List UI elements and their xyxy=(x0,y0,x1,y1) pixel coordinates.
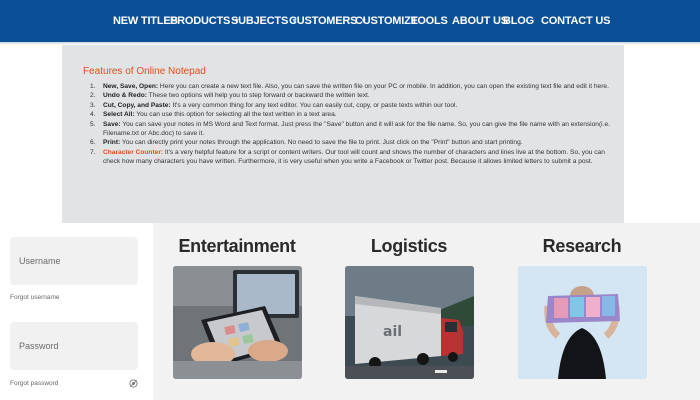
feature-term: New, Save, Open: xyxy=(103,83,159,90)
nav-contact-us[interactable]: CONTACT US xyxy=(541,15,610,27)
feature-text: These two options will help you to step … xyxy=(146,92,370,100)
username-input[interactable]: Username xyxy=(10,237,138,285)
feature-number: 1. xyxy=(90,83,96,90)
password-input[interactable]: Password xyxy=(10,322,138,370)
feature-item: 2. Undo & Redo: These two options will he… xyxy=(90,91,612,100)
feature-text: Here you can create a new text file. Als… xyxy=(158,83,609,90)
feature-term: Undo & Redo: xyxy=(103,92,147,100)
feature-term: Character Counter: xyxy=(103,148,164,156)
tablet-hands-image[interactable] xyxy=(173,266,302,379)
nav-label: ABOUT US xyxy=(452,15,508,27)
feature-text: You can use this option for selecting al… xyxy=(134,111,337,119)
nav-label: BLOG xyxy=(503,15,534,27)
feature-number: 3. xyxy=(90,101,96,109)
category-title-research: Research xyxy=(542,236,622,256)
features-title: Features of Online Notepad xyxy=(83,66,206,77)
nav-label: CUSTOMERS xyxy=(289,15,358,27)
feature-term: Select All: xyxy=(103,111,135,119)
category-title-entertainment: Entertainment xyxy=(178,236,296,256)
feature-item: 4. Select All: You can use this option fo… xyxy=(90,110,612,119)
nav-products[interactable]: PRODUCTS ▼ xyxy=(170,15,240,27)
username-placeholder: Username xyxy=(19,256,61,266)
password-placeholder: Password xyxy=(19,341,59,351)
feature-number: 2. xyxy=(90,92,96,100)
nav-label: CONTACT US xyxy=(541,15,611,27)
nav-label: TOOLS xyxy=(411,15,448,27)
forgot-username-link[interactable]: Forgot username xyxy=(10,294,60,301)
nav-label: PRODUCTS xyxy=(170,15,231,27)
nav-label: NEW TITLES xyxy=(113,15,178,27)
nav-customers[interactable]: CUSTOMERS ▼ xyxy=(289,15,367,27)
truck-image[interactable]: ail xyxy=(345,266,474,379)
feature-number: 6. xyxy=(90,139,96,147)
chevron-down-icon: ▼ xyxy=(291,17,298,25)
nav-new-titles[interactable]: NEW TITLES xyxy=(113,15,178,27)
feature-number: 4. xyxy=(90,111,96,119)
feature-term: Cut, Copy, and Paste: xyxy=(103,101,171,109)
eye-icon[interactable] xyxy=(129,379,138,390)
nav-about-us[interactable]: ABOUT US xyxy=(452,15,508,27)
feature-term: Save: xyxy=(103,120,121,128)
feature-text: It's a very helpful feature for a script… xyxy=(103,148,605,166)
category-title-logistics: Logistics xyxy=(370,236,448,256)
features-panel: Features of Online Notepad 1. New, Save, … xyxy=(62,45,624,223)
feature-term: Print: xyxy=(103,139,121,147)
features-list: 1. New, Save, Open: Here you can create a… xyxy=(90,82,612,167)
feature-item: 5. Save: You can save your notes in MS Wo… xyxy=(90,120,612,139)
feature-number: 7. xyxy=(90,148,96,156)
svg-text:ail: ail xyxy=(383,324,402,340)
feature-item: 3. Cut, Copy, and Paste: It's a very comm… xyxy=(90,101,612,110)
feature-text: It's a very common thing for any text ed… xyxy=(170,101,458,109)
woman-with-paper-image[interactable] xyxy=(518,266,647,379)
nav-tools[interactable]: TOOLS xyxy=(411,15,452,27)
feature-item: 6. Print: You can directly print your not… xyxy=(90,138,612,147)
main-nav: NEW TITLES PRODUCTS ▼ SUBJECTS ▼ CUSTOMERS… xyxy=(0,0,700,42)
feature-item: 7. Character Counter: It's a very helpful… xyxy=(90,148,612,167)
feature-text: You can directly print your notes throug… xyxy=(120,139,523,147)
forgot-password-link[interactable]: Forgot password xyxy=(10,380,58,387)
feature-item: 1. New, Save, Open: Here you can create a… xyxy=(90,82,612,91)
chevron-down-icon: ▼ xyxy=(233,17,240,25)
feature-number: 5. xyxy=(90,120,96,128)
chevron-down-icon: ▼ xyxy=(360,17,368,25)
feature-text: You can save your notes in MS Word and T… xyxy=(103,120,610,138)
nav-blog[interactable]: BLOG xyxy=(503,15,541,27)
